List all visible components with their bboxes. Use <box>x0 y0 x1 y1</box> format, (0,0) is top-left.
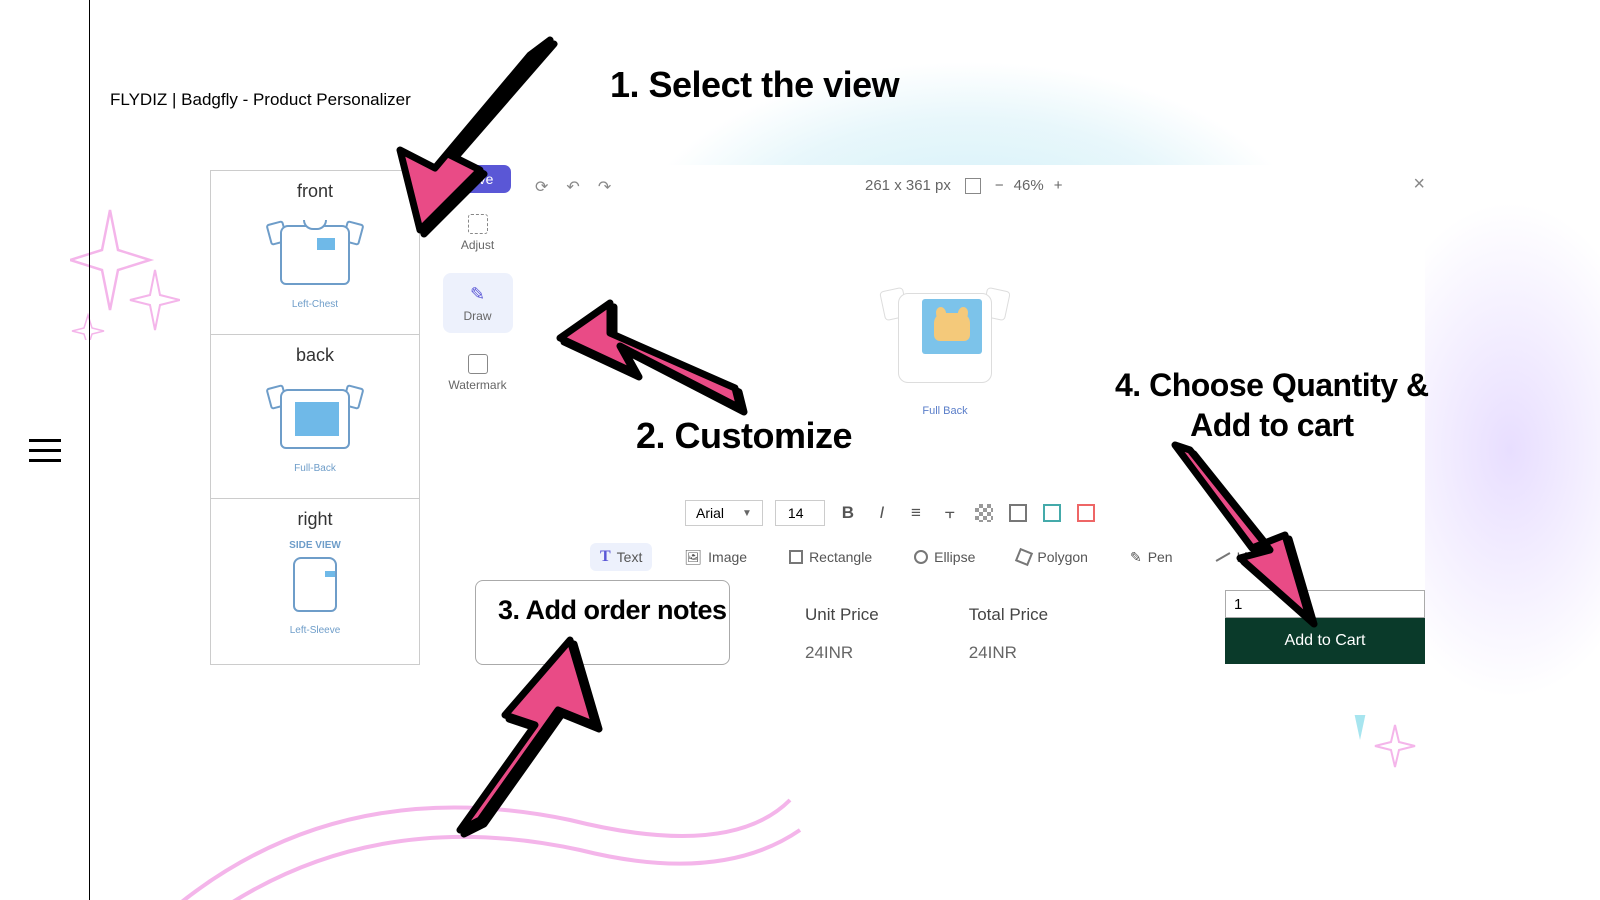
annotation-step3: 3. Add order notes <box>498 595 727 626</box>
tshirt-front-thumb <box>265 210 365 295</box>
zoom-in-button[interactable]: + <box>1054 177 1063 194</box>
view-sublabel: Full-Back <box>294 463 336 474</box>
canvas-info: 261 x 361 px − 46% + <box>865 177 1062 194</box>
rectangle-icon <box>789 550 803 564</box>
zoom-control: − 46% + <box>995 177 1063 194</box>
shape-tool-polygon[interactable]: Polygon <box>1007 544 1098 570</box>
page-title: FLYDIZ | Badgfly - Product Personalizer <box>110 90 411 110</box>
font-size-input[interactable]: 14 <box>775 500 825 526</box>
zoom-level: 46% <box>1014 177 1044 194</box>
text-format-toolbar: Arial ▼ 14 B I ≡ ⫟ <box>685 500 1097 526</box>
transparency-button[interactable] <box>973 502 995 524</box>
spacing-button[interactable]: ⫟ <box>939 502 961 524</box>
page-root: FLYDIZ | Badgfly - Product Personalizer … <box>0 0 1600 900</box>
fill-box-button[interactable] <box>1041 502 1063 524</box>
total-price-block: Total Price 24INR <box>969 605 1048 663</box>
arrow-icon <box>380 20 580 250</box>
unit-price-label: Unit Price <box>805 605 879 625</box>
product-preview: Full Back <box>875 275 1015 455</box>
doge-graphic <box>934 313 970 341</box>
arrow-icon <box>1170 440 1320 630</box>
view-label: back <box>296 345 334 366</box>
view-label: right <box>297 509 332 530</box>
unit-price-value: 24INR <box>805 643 879 663</box>
extra-box-button[interactable] <box>1075 502 1097 524</box>
tshirt-back-thumb <box>265 374 365 459</box>
annotation-step4: 4. Choose Quantity & Add to cart <box>1115 365 1429 445</box>
ellipse-icon <box>914 550 928 564</box>
font-select[interactable]: Arial ▼ <box>685 500 763 526</box>
annotation-step1: 1. Select the view <box>610 64 899 106</box>
layout-icon[interactable] <box>965 178 981 194</box>
italic-button[interactable]: I <box>871 502 893 524</box>
view-sublabel: Left-Sleeve <box>290 625 341 636</box>
redo-icon[interactable]: ↷ <box>598 177 611 197</box>
view-sublabel: Left-Chest <box>292 299 338 310</box>
bold-button[interactable]: B <box>837 502 859 524</box>
arrow-icon <box>440 630 610 840</box>
stroke-box-button[interactable] <box>1007 502 1029 524</box>
total-price-value: 24INR <box>969 643 1048 663</box>
view-option-back[interactable]: back Full-Back <box>211 335 419 499</box>
left-rail <box>0 0 90 900</box>
shape-tool-image[interactable]: 🖼 Image <box>674 544 757 571</box>
preview-shirt <box>880 275 1010 395</box>
shape-tool-ellipse[interactable]: Ellipse <box>904 544 985 570</box>
annotation-step2: 2. Customize <box>636 415 852 457</box>
total-price-label: Total Price <box>969 605 1048 625</box>
image-icon: 🖼 <box>684 549 702 566</box>
close-button[interactable]: × <box>1413 173 1425 196</box>
canvas-dims: 261 x 361 px <box>865 177 951 194</box>
price-row: Unit Price 24INR Total Price 24INR <box>805 605 1048 663</box>
align-button[interactable]: ≡ <box>905 502 927 524</box>
shape-tool-rectangle[interactable]: Rectangle <box>779 544 882 570</box>
zoom-out-button[interactable]: − <box>995 177 1004 194</box>
preview-label: Full Back <box>922 405 967 417</box>
pen-icon: ✎ <box>1130 549 1142 566</box>
unit-price-block: Unit Price 24INR <box>805 605 879 663</box>
text-tool-icon: T <box>600 548 611 566</box>
draw-icon: ✎ <box>470 284 485 305</box>
view-option-right[interactable]: right SIDE VIEW Left-Sleeve <box>211 499 419 663</box>
tshirt-side-thumb <box>265 551 365 621</box>
watermark-button[interactable]: Watermark <box>443 343 513 403</box>
draw-button[interactable]: ✎ Draw <box>443 273 513 333</box>
view-label: front <box>297 181 333 202</box>
chevron-down-icon: ▼ <box>742 508 752 519</box>
hamburger-menu-icon[interactable] <box>29 439 61 462</box>
watermark-icon <box>468 354 488 374</box>
preview-print-area <box>922 299 982 354</box>
side-view-label: SIDE VIEW <box>289 540 341 551</box>
polygon-icon <box>1015 548 1033 566</box>
shape-tool-text[interactable]: T Text <box>590 543 652 571</box>
